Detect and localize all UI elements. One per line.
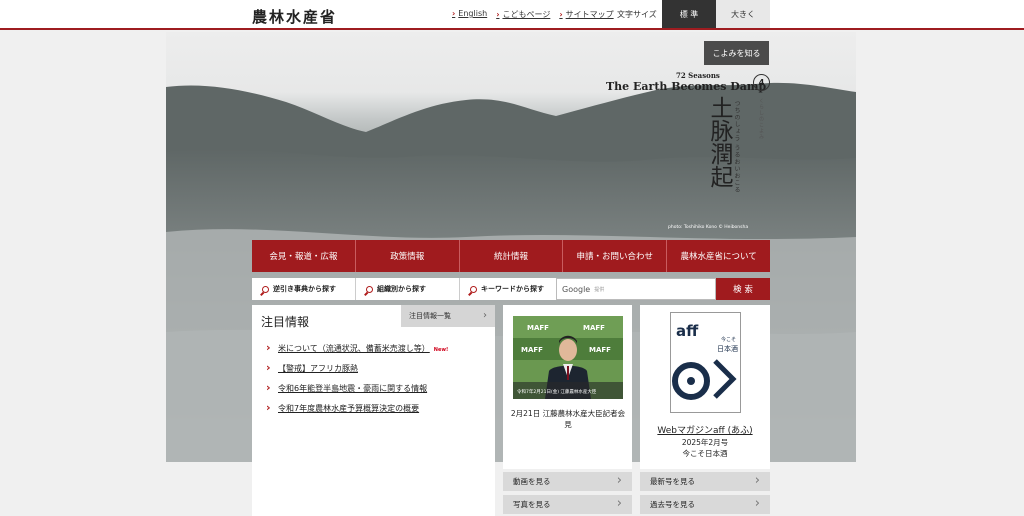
maff-backdrop-text: MAFF	[583, 324, 605, 332]
kids-page-link[interactable]: こどもページ	[496, 9, 550, 20]
press-conference-photo: MAFF MAFF MAFF MAFF 令和7年2月21日(金) 江藤農林水産大…	[513, 316, 623, 399]
photo-credit: photo: Toshihiko Kono © Heibonsha	[668, 225, 749, 230]
magazine-theme: 今こそ日本酒	[682, 449, 728, 458]
maff-backdrop-text: MAFF	[527, 324, 549, 332]
attention-more-button[interactable]: 注目情報一覧	[401, 305, 495, 327]
attention-panel: 注目情報 注目情報一覧 米について（流通状況、備蓄米売渡し等）New! 【警戒】…	[252, 305, 495, 516]
season-kanji: 土脉潤起	[706, 96, 732, 188]
attention-list: 米について（流通状況、備蓄米売渡し等）New! 【警戒】アフリカ豚熱 令和6年能…	[266, 341, 449, 423]
maff-backdrop-text: MAFF	[589, 346, 611, 354]
maff-backdrop-text: MAFF	[521, 346, 543, 354]
season-title: The Earth Becomes Damp	[606, 80, 767, 93]
magazine-cover-title: 日本酒	[717, 344, 738, 353]
nav-about[interactable]: 農林水産省について	[667, 240, 770, 272]
season-reading: つちのしょう うるおいおこる	[733, 100, 740, 194]
font-size-label: 文字サイズ	[617, 10, 657, 19]
list-item: 令和6年能登半島地震・豪雨に関する情報	[266, 381, 448, 394]
list-item: 米について（流通状況、備蓄米売渡し等）New!	[266, 341, 449, 354]
magazine-cover-logo: aff	[676, 322, 699, 340]
magazine-card[interactable]: aff 今こそ 日本酒 Webマガジンaff (あふ) 2025年2月号 今こそ…	[640, 305, 770, 469]
press-conference-card[interactable]: MAFF MAFF MAFF MAFF 令和7年2月21日(金) 江藤農林水産大…	[503, 305, 632, 469]
nav-press[interactable]: 会見・報道・広報	[252, 240, 356, 272]
season-number-badge: 4	[753, 74, 770, 91]
watch-video-button[interactable]: 動画を見る	[503, 472, 632, 491]
sitemap-link[interactable]: サイトマップ	[559, 9, 614, 20]
magazine-title-link[interactable]: Webマガジンaff (あふ)	[644, 423, 766, 436]
list-item: 【警戒】アフリカ豚熱	[266, 361, 448, 374]
top-header: 農林水産省 English こどもページ サイトマップ 文字サイズ 標 準 大き…	[0, 0, 1024, 30]
index-search-button[interactable]: 逆引き事典から探す	[252, 278, 356, 300]
nav-policy[interactable]: 政策情報	[356, 240, 460, 272]
search-input[interactable]: Google 提供	[556, 278, 716, 300]
magazine-cover: aff 今こそ 日本酒	[670, 312, 741, 413]
magazine-issue: 2025年2月号	[681, 438, 729, 447]
search-input-placeholder: 提供	[594, 286, 605, 293]
org-search-button[interactable]: 組織別から探す	[356, 278, 460, 300]
attention-link-asf[interactable]: 【警戒】アフリカ豚熱	[278, 364, 358, 373]
google-logo: Google	[562, 284, 591, 294]
site-logo[interactable]: 農林水産省	[252, 6, 337, 27]
header-links: English こどもページ サイトマップ	[452, 9, 623, 20]
font-size-standard-button[interactable]: 標 準	[662, 0, 716, 28]
season-label: 72 Seasons	[676, 71, 720, 80]
search-icon	[470, 285, 477, 293]
past-issues-button[interactable]: 過去号を見る	[640, 495, 770, 514]
season-reading-secondary: くらしのこよみ	[758, 98, 764, 140]
search-bar: 逆引き事典から探す 組織別から探す キーワードから探す Google 提供 検 …	[252, 278, 770, 300]
view-photos-button[interactable]: 写真を見る	[503, 495, 632, 514]
search-submit-button[interactable]: 検 索	[716, 278, 770, 300]
keyword-search-label: キーワードから探す	[460, 278, 556, 300]
magazine-cover-image: aff 今こそ 日本酒	[671, 313, 740, 412]
latest-issue-button[interactable]: 最新号を見る	[640, 472, 770, 491]
attention-link-rice[interactable]: 米について（流通状況、備蓄米売渡し等）	[278, 344, 430, 353]
press-photo-image: MAFF MAFF MAFF MAFF 令和7年2月21日(金) 江藤農林水産大…	[513, 316, 623, 399]
nav-statistics[interactable]: 統計情報	[460, 240, 564, 272]
koyomi-button[interactable]: こよみを知る	[704, 41, 769, 65]
magazine-cover-subtitle: 今こそ	[721, 336, 736, 343]
attention-link-noto[interactable]: 令和6年能登半島地震・豪雨に関する情報	[278, 384, 427, 393]
search-icon	[366, 285, 373, 293]
press-conference-caption: 2月21日 江藤農林水産大臣記者会見	[510, 409, 626, 429]
english-link[interactable]: English	[452, 9, 487, 20]
attention-link-budget[interactable]: 令和7年度農林水産予算概算決定の概要	[278, 404, 419, 413]
main-nav: 会見・報道・広報 政策情報 統計情報 申請・お問い合わせ 農林水産省について	[252, 240, 770, 272]
search-icon	[262, 285, 269, 293]
nav-application-contact[interactable]: 申請・お問い合わせ	[563, 240, 668, 272]
font-size-large-button[interactable]: 大きく	[716, 0, 770, 28]
press-photo-subtitle: 令和7年2月21日(金) 江藤農林水産大臣	[517, 388, 597, 395]
attention-title: 注目情報	[261, 315, 310, 329]
new-badge: New!	[433, 347, 449, 353]
list-item: 令和7年度農林水産予算概算決定の概要	[266, 401, 448, 414]
